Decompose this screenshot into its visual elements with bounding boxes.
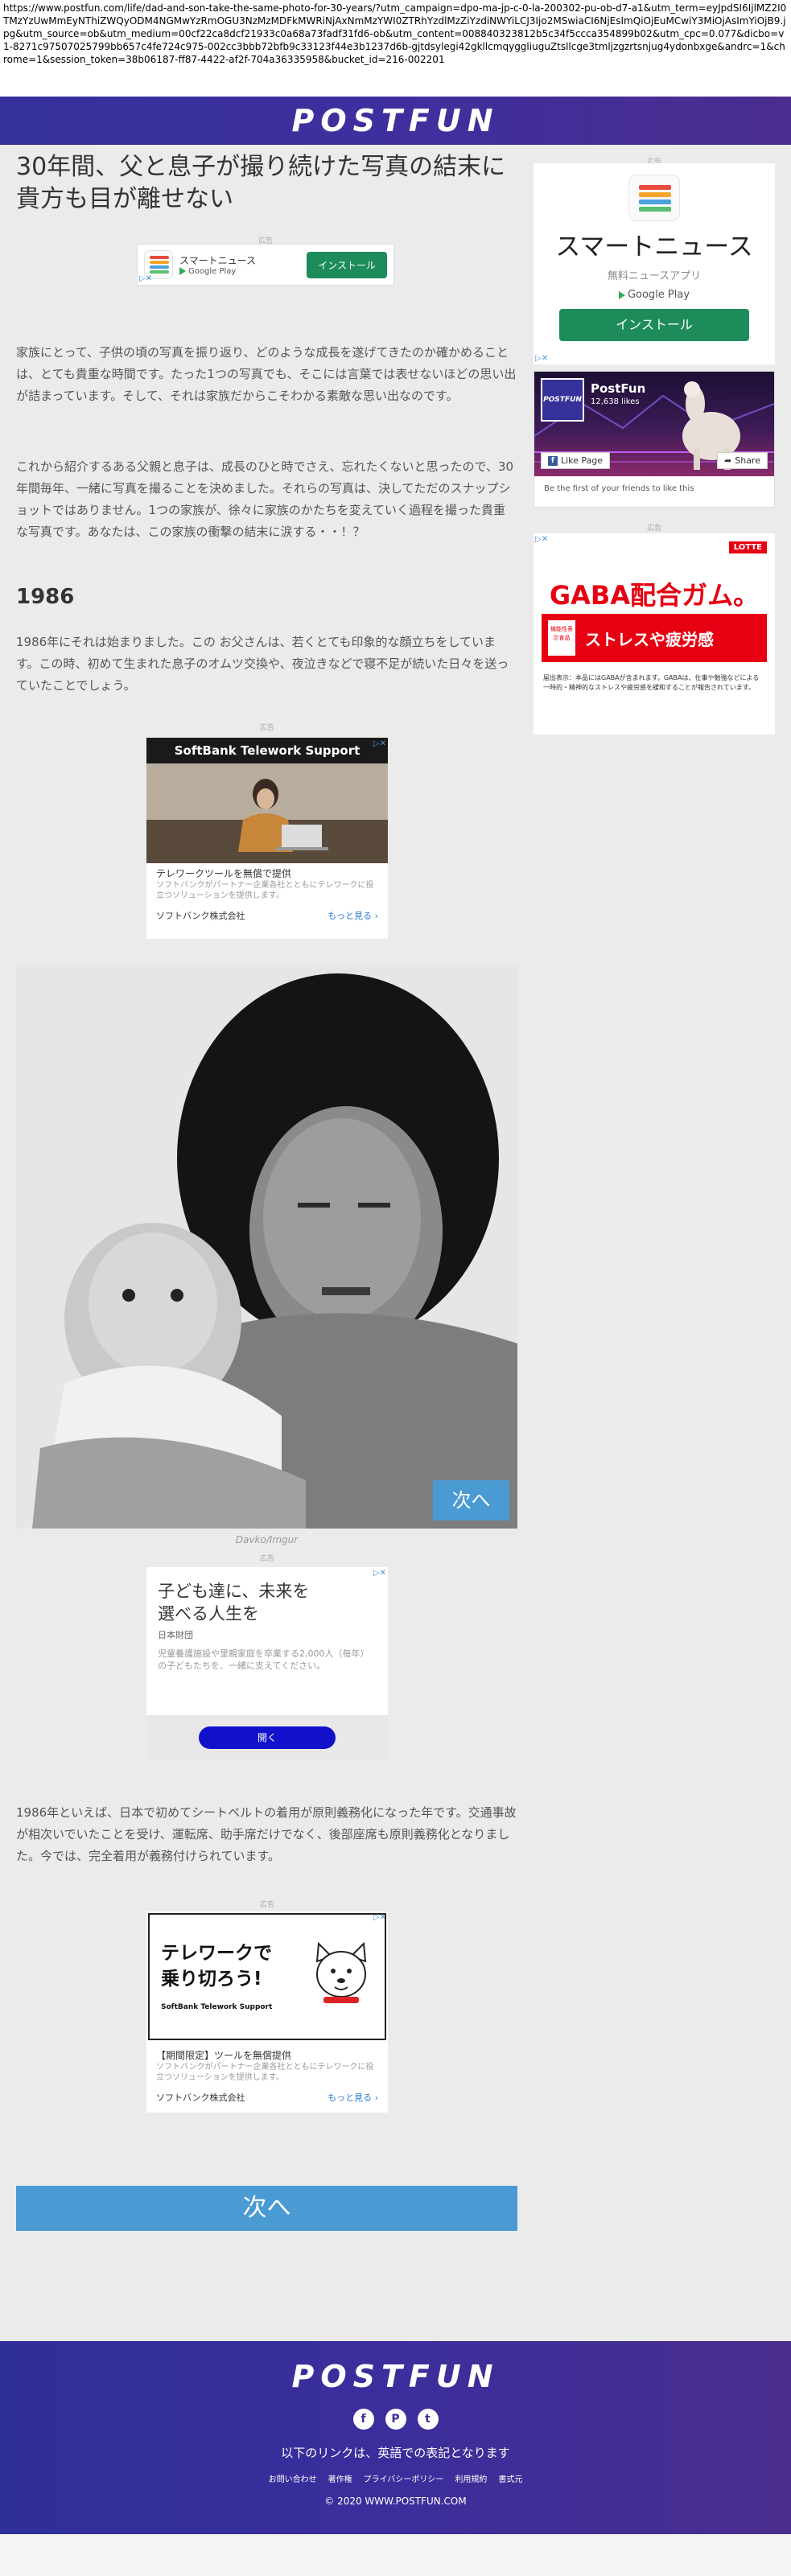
browser-url-text[interactable]: https://www.postfun.com/life/dad-and-son…: [0, 0, 791, 97]
footer-link-imprint[interactable]: 書式元: [498, 2472, 522, 2484]
smartnews-sidebar-ad[interactable]: スマートニュース 無料ニュースアプリ Google Play インストール ▷✕: [534, 163, 775, 364]
softbank-ad2-headline-1: テレワークで: [161, 1943, 272, 1964]
father-baby-photo: [16, 965, 517, 1529]
nippon-foundation-ad[interactable]: 子ども達に、未来を 選べる人生を 日本財団 児童養護施設や里親家庭を卒業する2,…: [146, 1567, 388, 1760]
adchoices-icon[interactable]: ▷✕: [139, 274, 152, 283]
white-dog-icon: [315, 1941, 367, 2003]
softbank-ad2-brand: SoftBank Telework Support: [161, 2003, 273, 2011]
ad-label: 広告: [259, 1555, 274, 1563]
google-play-icon: [618, 290, 625, 299]
google-play-label: Google Play: [188, 266, 237, 276]
nippon-ad-org: 日本財団: [158, 1630, 193, 1640]
gaba-note: 届出表示：本品にはGABAが含まれます。GABAは、仕事や勉強などによる一時的・…: [543, 674, 760, 691]
gaba-stress-text: ストレスや疲労感: [585, 630, 714, 649]
facebook-page-widget[interactable]: POSTFUN PostFun 12,638 likes f Like Page…: [534, 371, 775, 508]
share-icon: ➦: [724, 455, 732, 466]
gaba-banner: 機能性表示食品 ストレスや疲労感: [542, 614, 767, 662]
lotte-logo: LOTTE: [728, 541, 767, 553]
page-avatar[interactable]: POSTFUN: [541, 378, 584, 422]
google-play-badge: Google Play: [534, 289, 775, 301]
softbank-ad-2[interactable]: テレワークで 乗り切ろう! SoftBank Telework Support …: [146, 1911, 388, 2113]
facebook-icon: f: [548, 455, 558, 466]
footer-note: 以下のリンクは、英語での表記となります: [281, 2446, 510, 2460]
open-button[interactable]: 開く: [199, 1726, 336, 1749]
google-play-label: Google Play: [627, 289, 690, 301]
next-page-button-small[interactable]: 次へ: [433, 1480, 509, 1520]
adchoices-icon[interactable]: ▷✕: [373, 1569, 386, 1578]
softbank-ad2-headline-2: 乗り切ろう!: [161, 1969, 262, 1990]
adchoices-icon[interactable]: ▷✕: [535, 354, 548, 363]
advertiser-name: ソフトバンク株式会社: [156, 911, 245, 921]
adchoices-icon[interactable]: ▷✕: [535, 535, 548, 544]
softbank-ad2-title: 【期間限定】ツールを無償提供: [156, 2050, 292, 2061]
footer-link-terms[interactable]: 利用規約: [455, 2472, 487, 2484]
gaba-ad[interactable]: LOTTE GABA配合ガム。 機能性表示食品 ストレスや疲労感 届出表示：本品…: [534, 533, 775, 735]
softbank-ad2-subtext: ソフトバンクがパートナー企業各社とともにテレワークに役立つソリューションを提供し…: [156, 2063, 374, 2082]
paragraph-seatbelt: 1986年といえば、日本で初めてシートベルトの着用が原則義務化になった年です。交…: [16, 1805, 517, 1863]
softbank-ad-headline: テレワークツールを無償で提供: [156, 868, 292, 879]
more-link[interactable]: もっと見る ›: [328, 2091, 378, 2104]
more-link[interactable]: もっと見る ›: [328, 909, 378, 922]
google-play-badge: Google Play: [179, 267, 256, 276]
facebook-cover: POSTFUN PostFun 12,638 likes f Like Page…: [534, 372, 774, 476]
nippon-ad-body: 児童養護施設や里親家庭を卒業する2,000人（毎年）の子どもたちを、一緒に支えて…: [158, 1648, 369, 1671]
paragraph-1986: 1986年にそれは始まりました。この お父さんは、若くとても印象的な顔立ちをして…: [16, 635, 509, 693]
facebook-icon[interactable]: f: [352, 2409, 374, 2430]
fb-like-button[interactable]: f Like Page: [541, 452, 611, 469]
woman-laptop-illustration: [146, 763, 388, 863]
advertiser-name: ソフトバンク株式会社: [156, 2092, 245, 2103]
smartnews-small-ad[interactable]: スマートニュース Google Play インストール ▷✕: [137, 244, 394, 286]
install-button[interactable]: インストール: [307, 251, 387, 278]
site-footer: POSTFUN f P t 以下のリンクは、英語での表記となります お問い合わせ…: [0, 2341, 791, 2534]
article-title: 30年間、父と息子が撮り続けた写真の結末に貴方も目が離せない: [16, 153, 506, 213]
intro-paragraph-1: 家族にとって、子供の頃の写真を振り返り、どのような成長を遂げてきたのか確かめるこ…: [16, 345, 517, 403]
pinterest-icon[interactable]: P: [385, 2409, 406, 2430]
fb-prompt: Be the first of your friends to like thi…: [544, 484, 694, 493]
nippon-ad-headline-1: 子ども達に、未来を: [158, 1582, 310, 1601]
footer-copyright: © 2020 WWW.POSTFUN.COM: [324, 2496, 467, 2507]
footer-link-copyright[interactable]: 著作権: [328, 2472, 352, 2484]
gaba-title: GABA配合ガム。: [549, 580, 760, 611]
ad-label: 広告: [646, 525, 661, 533]
smartnews-title: スマートニュース: [555, 232, 753, 261]
fb-likes-count: 12,638 likes: [591, 397, 640, 406]
article-photo: 次へ: [16, 965, 517, 1529]
footer-link-contact[interactable]: お問い合わせ: [269, 2472, 317, 2484]
adchoices-icon[interactable]: ▷✕: [373, 1913, 386, 1922]
page-bottom-margin: [0, 2534, 791, 2576]
twitter-icon[interactable]: t: [417, 2409, 439, 2430]
adchoices-icon[interactable]: ▷✕: [373, 739, 386, 748]
photo-credit: Davko/Imgur: [235, 1534, 299, 1545]
site-logo[interactable]: POSTFUN: [291, 103, 499, 138]
year-heading: 1986: [16, 585, 75, 609]
ad-app-name: スマートニュース: [179, 254, 257, 266]
site-header: POSTFUN: [0, 97, 791, 145]
intro-paragraph-2: これから紹介するある父親と息子は、成長のひと時でさえ、忘れたくないと思ったので、…: [16, 459, 514, 539]
install-button[interactable]: インストール: [559, 309, 749, 341]
softbank-ad-subtext: ソフトバンクがパートナー企業各社とともにテレワークに役立つソリューションを提供し…: [156, 881, 374, 900]
footer-link-privacy[interactable]: プライバシーポリシー: [364, 2472, 444, 2484]
social-links: f P t: [0, 2409, 791, 2430]
fb-page-name[interactable]: PostFun: [591, 381, 645, 396]
nippon-ad-headline-2: 選べる人生を: [158, 1604, 259, 1623]
softbank-ad-title: SoftBank Telework Support: [146, 738, 388, 763]
footer-links: お問い合わせ 著作権 プライバシーポリシー 利用規約 書式元: [0, 2472, 791, 2484]
ad-label: 広告: [259, 1901, 274, 1909]
smartnews-subtitle: 無料ニュースアプリ: [607, 270, 702, 282]
telework-photo: [146, 763, 388, 863]
ad-label: 広告: [259, 724, 274, 732]
google-play-icon: [179, 267, 186, 275]
footer-logo[interactable]: POSTFUN: [0, 2359, 791, 2394]
gaba-tag: 機能性表示食品: [548, 620, 575, 656]
next-page-button[interactable]: 次へ: [16, 2186, 517, 2231]
smartnews-app-icon: [628, 175, 680, 221]
softbank-ad-1[interactable]: SoftBank Telework Support テレワークツールを無償で提供…: [146, 738, 388, 939]
fb-share-button[interactable]: ➦ Share: [717, 452, 768, 469]
